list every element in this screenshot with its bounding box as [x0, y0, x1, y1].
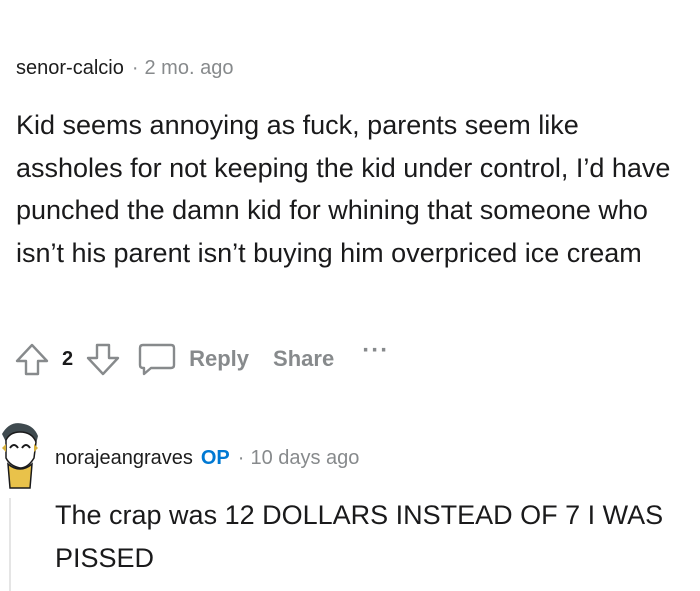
more-options-button[interactable]: ··· [362, 337, 389, 365]
meta-separator: · [131, 57, 139, 79]
comment-meta: senor-calcio · 2 mo. ago [16, 57, 233, 80]
reply-author[interactable]: norajeangraves [55, 447, 193, 469]
thread-line[interactable] [9, 498, 11, 591]
upvote-button[interactable] [14, 341, 50, 377]
share-label: Share [273, 346, 335, 371]
avatar[interactable] [0, 414, 40, 490]
downvote-button[interactable] [85, 341, 121, 377]
comment-author[interactable]: senor-calcio [16, 57, 124, 79]
reply-meta: norajeangraves OP · 10 days ago [55, 447, 359, 470]
reply-timestamp[interactable]: 10 days ago [250, 447, 359, 469]
comment-text: Kid seems annoying as fuck, parents seem… [16, 110, 671, 268]
reply-button[interactable]: Reply [137, 341, 249, 377]
meta-separator: · [237, 447, 245, 469]
speech-bubble-icon [138, 343, 176, 376]
reply-text: The crap was 12 DOLLARS INSTEAD OF 7 I W… [55, 500, 664, 573]
op-badge: OP [200, 447, 230, 469]
share-button[interactable]: Share [273, 346, 334, 372]
reply-label: Reply [189, 346, 250, 371]
upvote-icon [15, 343, 49, 376]
downvote-icon [86, 343, 120, 376]
comment-actions: 2 Reply Share ··· [14, 337, 389, 379]
avatar-icon [2, 423, 38, 489]
reply-body: The crap was 12 DOLLARS INSTEAD OF 7 I W… [55, 494, 695, 579]
vote-score: 2 [62, 347, 74, 370]
comment-timestamp[interactable]: 2 mo. ago [145, 57, 234, 79]
comment-body: Kid seems annoying as fuck, parents seem… [16, 104, 676, 274]
